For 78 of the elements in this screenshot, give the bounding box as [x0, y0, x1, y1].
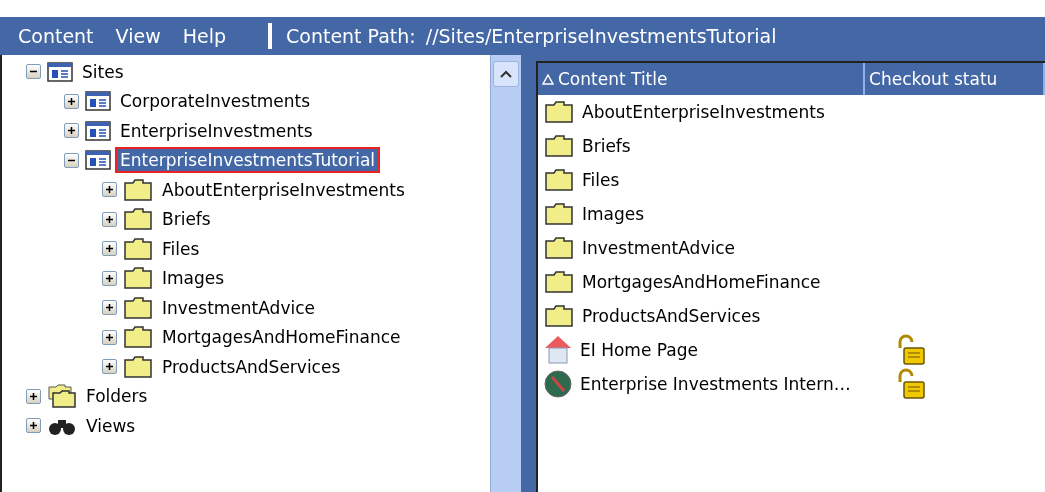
- expand-toggle[interactable]: [64, 93, 79, 109]
- folder-icon: [544, 100, 574, 124]
- plus-icon: [105, 214, 114, 224]
- folder-icon: [123, 207, 153, 232]
- column-header[interactable]: Content Title: [538, 63, 866, 95]
- folder-icon: [544, 270, 574, 294]
- expand-toggle[interactable]: [102, 241, 117, 257]
- folder-icon: [544, 168, 574, 192]
- tree-item[interactable]: Sites: [79, 60, 127, 83]
- tree-item[interactable]: Files: [159, 237, 203, 260]
- plus-icon: [105, 185, 114, 195]
- plus-icon: [105, 273, 114, 283]
- tree-item[interactable]: EnterpriseInvestments: [117, 119, 316, 142]
- site-icon: [47, 61, 73, 82]
- folder-icon: [544, 236, 574, 260]
- folder-icon: [123, 236, 153, 261]
- tree-item[interactable]: MortgagesAndHomeFinance: [159, 326, 404, 349]
- folder-icon: [544, 304, 574, 328]
- content-title[interactable]: Files: [582, 170, 620, 190]
- tree-item[interactable]: Views: [83, 414, 139, 437]
- tree-item[interactable]: AboutEnterpriseInvestments: [159, 178, 408, 201]
- plus-icon: [105, 332, 114, 342]
- tree-item[interactable]: CorporateInvestments: [117, 90, 314, 113]
- toolbar-grip: [268, 23, 272, 49]
- column-header[interactable]: Checkout statu: [865, 63, 1045, 95]
- site-icon: [85, 150, 111, 171]
- chevron-up-icon: [500, 70, 512, 78]
- expand-toggle[interactable]: [26, 418, 41, 434]
- collapse-toggle[interactable]: [26, 64, 41, 80]
- tree-item[interactable]: Folders: [83, 385, 151, 408]
- plus-icon: [29, 421, 38, 431]
- tree-item[interactable]: EnterpriseInvestmentsTutorial: [117, 149, 379, 172]
- home-page-icon: [544, 335, 572, 365]
- folder-icon: [123, 266, 153, 291]
- expand-toggle[interactable]: [102, 211, 117, 227]
- expand-toggle[interactable]: [102, 270, 117, 286]
- tree-item[interactable]: ProductsAndServices: [159, 355, 344, 378]
- content-title[interactable]: AboutEnterpriseInvestments: [582, 102, 825, 122]
- plus-icon: [29, 391, 38, 401]
- content-path-value: //Sites/EnterpriseInvestmentsTutorial: [425, 25, 777, 47]
- folder-icon: [123, 177, 153, 202]
- folder-icon: [544, 134, 574, 158]
- expand-toggle[interactable]: [102, 182, 117, 198]
- content-title[interactable]: Images: [582, 204, 645, 224]
- content-title[interactable]: MortgagesAndHomeFinance: [582, 272, 821, 292]
- scrollbar[interactable]: [490, 55, 521, 492]
- scroll-up-button[interactable]: [493, 61, 519, 87]
- menu-item[interactable]: Content: [18, 25, 94, 47]
- expand-toggle[interactable]: [102, 359, 117, 375]
- plus-icon: [105, 244, 114, 254]
- tree-item[interactable]: Briefs: [159, 208, 214, 231]
- expand-toggle[interactable]: [64, 123, 79, 139]
- plus-icon: [67, 126, 76, 136]
- collapse-toggle[interactable]: [64, 152, 79, 168]
- folder-icon: [123, 354, 153, 379]
- globe-icon: [544, 370, 572, 398]
- plus-icon: [105, 303, 114, 313]
- content-path-label: Content Path:: [286, 25, 416, 47]
- content-title[interactable]: Briefs: [582, 136, 631, 156]
- menu-item[interactable]: View: [115, 25, 161, 47]
- expand-toggle[interactable]: [102, 300, 117, 316]
- expand-toggle[interactable]: [26, 388, 41, 404]
- folder-icon: [544, 202, 574, 226]
- folders-icon: [47, 383, 77, 410]
- plus-icon: [67, 96, 76, 106]
- site-icon: [85, 91, 111, 112]
- expand-toggle[interactable]: [102, 329, 117, 345]
- tree-item[interactable]: InvestmentAdvice: [159, 296, 318, 319]
- content-title[interactable]: InvestmentAdvice: [582, 238, 735, 258]
- content-title[interactable]: ProductsAndServices: [582, 306, 761, 326]
- folder-icon: [123, 295, 153, 320]
- site-icon: [85, 120, 111, 141]
- folder-icon: [123, 325, 153, 350]
- tree-item[interactable]: Images: [159, 267, 228, 290]
- menu-item[interactable]: Help: [182, 25, 226, 47]
- content-title[interactable]: Enterprise Investments Intern…: [580, 374, 851, 394]
- plus-icon: [105, 362, 114, 372]
- content-title[interactable]: EI Home Page: [580, 340, 698, 360]
